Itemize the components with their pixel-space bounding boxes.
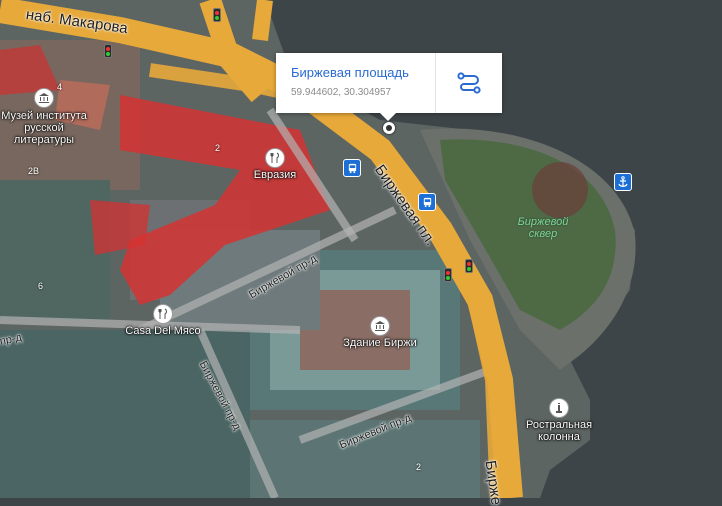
restaurant-icon[interactable] (265, 148, 285, 168)
house-number: 4 (57, 82, 63, 92)
traffic-light-icon (465, 259, 473, 273)
restaurant-icon[interactable] (153, 304, 173, 324)
monument-icon[interactable] (549, 398, 569, 418)
popup-coords: 59.944602, 30.304957 (291, 87, 392, 98)
place-label-birzha[interactable]: Здание Биржи (343, 337, 417, 349)
traffic-light-icon (213, 8, 221, 22)
traffic-light-icon (104, 44, 112, 58)
pier-anchor-icon[interactable] (614, 173, 632, 191)
bus-stop-icon[interactable] (418, 193, 436, 211)
route-icon (457, 72, 481, 94)
place-label-kolonna[interactable]: Ростральная колонна (526, 419, 592, 443)
location-popup: Биржевая площадь 59.944602, 30.304957 (276, 53, 502, 121)
route-button[interactable] (436, 53, 502, 113)
house-number: 2 (416, 462, 422, 472)
traffic-light-icon (444, 268, 452, 282)
place-label-evraziya[interactable]: Евразия (254, 169, 296, 181)
location-pin-icon[interactable] (383, 122, 395, 134)
place-label-casa[interactable]: Casa Del Мясо (125, 325, 200, 337)
place-label-museum[interactable]: Музей института русской литературы (1, 110, 87, 146)
museum-icon[interactable] (34, 88, 54, 108)
house-number: 2В (28, 166, 40, 176)
house-number: 2 (215, 143, 221, 153)
popup-title[interactable]: Биржевая площадь (291, 65, 409, 80)
museum-icon[interactable] (370, 316, 390, 336)
bus-stop-icon[interactable] (343, 159, 361, 177)
house-number: 6 (38, 281, 44, 291)
park-label: Биржевой сквер (517, 216, 569, 240)
